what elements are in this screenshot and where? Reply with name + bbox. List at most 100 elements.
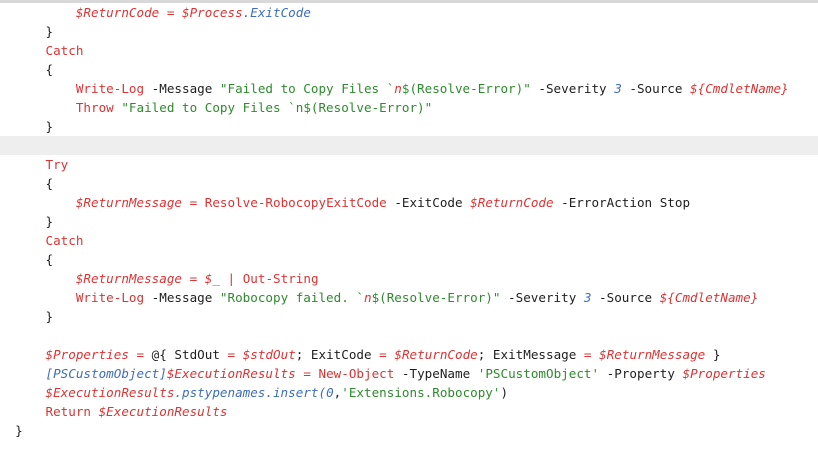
code-line[interactable] (0, 136, 818, 155)
code-token: $ReturnCode (75, 5, 160, 20)
code-token: Write-Log (75, 290, 145, 305)
code-line[interactable]: $Properties = @{ StdOut = $stdOut; ExitC… (0, 345, 818, 364)
code-token: { (45, 62, 54, 77)
code-token: Catch (45, 233, 84, 248)
code-token: = (136, 347, 145, 362)
code-line[interactable]: [PSCustomObject]$ExecutionResults = New-… (0, 364, 818, 383)
code-token: -Severity (530, 81, 615, 96)
code-token: -Source (621, 81, 691, 96)
code-token: $Properties (45, 347, 129, 362)
code-token: { (45, 176, 54, 191)
code-token: Write-Log (75, 81, 145, 96)
code-token: Resolve-RobocopyExitCode (204, 195, 387, 210)
code-token: = (227, 347, 236, 362)
code-line[interactable]: } (0, 421, 818, 440)
code-line[interactable]: } (0, 117, 818, 136)
code-line[interactable]: Catch (0, 41, 818, 60)
code-line[interactable]: $ReturnCode = $Process.ExitCode (0, 3, 818, 22)
code-token: -ExitCode (386, 195, 471, 210)
code-token: -TypeName (394, 366, 478, 381)
code-line[interactable]: Try (0, 155, 818, 174)
code-line[interactable]: Write-Log -Message "Failed to Copy Files… (0, 79, 818, 98)
code-line[interactable]: } (0, 22, 818, 41)
code-token: 3 (614, 81, 622, 96)
code-token: $(Resolve-Error)" (371, 290, 501, 305)
code-token: -Source (591, 290, 660, 305)
code-token: $ReturnMessage (75, 195, 182, 210)
code-token: .ExitCode (242, 5, 311, 20)
code-token: $Process (182, 5, 243, 20)
code-token: "Robocopy failed. ` (219, 290, 364, 305)
code-editor[interactable]: $ReturnCode = $Process.ExitCode } Catch … (0, 3, 818, 463)
code-token: } (45, 24, 54, 39)
code-line[interactable]: { (0, 174, 818, 193)
code-token: -Property (599, 366, 683, 381)
code-token: $ReturnCode (470, 195, 554, 210)
code-token: New-Object (318, 366, 395, 381)
code-line[interactable]: $ReturnMessage = Resolve-RobocopyExitCod… (0, 193, 818, 212)
code-token: ; ExitCode (295, 347, 380, 362)
code-token: Out-String (242, 271, 319, 286)
code-line[interactable]: } (0, 212, 818, 231)
code-token: = (303, 366, 311, 381)
code-token: $ExecutionResults (166, 366, 296, 381)
code-line[interactable]: { (0, 60, 818, 79)
code-line[interactable]: $ExecutionResults.pstypenames.insert(0,'… (0, 383, 818, 402)
code-token: "Failed to Copy Files `n$(Resolve-Error)… (121, 100, 433, 115)
code-token: } (705, 347, 721, 362)
code-token: ${CmdletName} (659, 290, 759, 305)
code-line[interactable] (0, 326, 818, 345)
code-token: 'PSCustomObject' (477, 366, 600, 381)
code-token: } (45, 119, 54, 134)
code-line[interactable]: Write-Log -Message "Robocopy failed. `n$… (0, 288, 818, 307)
code-line[interactable]: Return $ExecutionResults (0, 402, 818, 421)
code-line[interactable]: Catch (0, 231, 818, 250)
code-token: } (45, 214, 54, 229)
code-token: @{ StdOut (144, 347, 228, 362)
code-token: $ReturnMessage (599, 347, 706, 362)
code-token: } (45, 309, 54, 324)
code-token: n (394, 81, 402, 96)
code-line[interactable]: Throw "Failed to Copy Files `n$(Resolve-… (0, 98, 818, 117)
code-token: Return (45, 404, 92, 419)
code-token: "Failed to Copy Files ` (219, 81, 395, 96)
code-line[interactable]: { (0, 250, 818, 269)
code-token: -Message (144, 81, 220, 96)
code-token: ; ExitMessage (477, 347, 584, 362)
code-token: 0 (326, 385, 334, 400)
code-token: = (379, 347, 387, 362)
code-token: $ReturnCode (394, 347, 478, 362)
code-token: $ExecutionResults (45, 385, 175, 400)
code-token: [PSCustomObject] (45, 366, 167, 381)
code-token: $(Resolve-Error)" (401, 81, 531, 96)
code-token: Throw (75, 100, 114, 115)
code-line[interactable]: $ReturnMessage = $_ | Out-String (0, 269, 818, 288)
code-line[interactable]: } (0, 307, 818, 326)
